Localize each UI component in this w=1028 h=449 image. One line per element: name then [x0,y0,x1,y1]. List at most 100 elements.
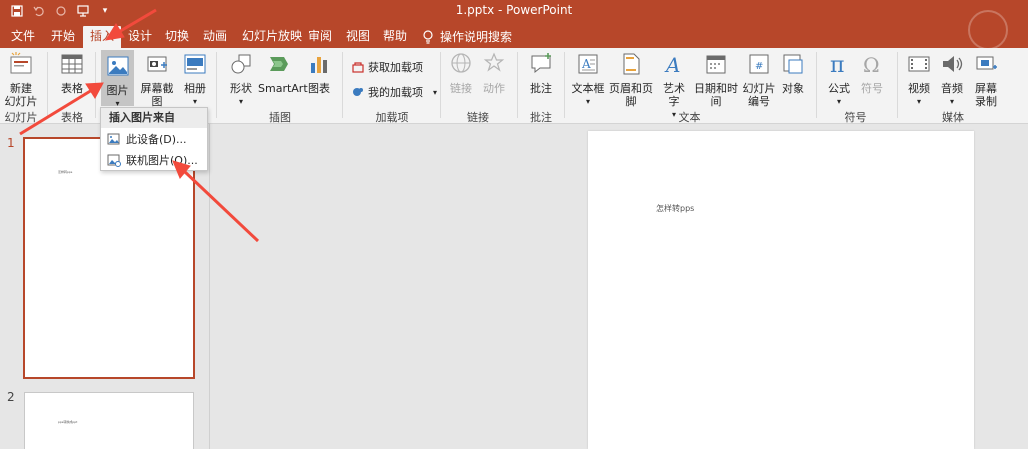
equation-dropdown-icon: ▾ [836,97,841,106]
symbol-label: 符号 [861,82,883,95]
symbol-button[interactable]: Ω 符号 [857,51,887,95]
get-addins-label: 获取加载项 [368,61,423,74]
picture-label: 图片 [106,84,129,97]
screen-recording-label: 屏幕 [975,82,997,95]
group-separator [47,52,48,118]
tab-view[interactable]: 视图 [339,26,377,48]
group-media-label: 媒体 [942,111,964,124]
video-button[interactable]: 视频 ▾ [904,51,934,108]
header-footer-button[interactable]: 页眉和页脚 [606,51,656,108]
group-slides-label: 幻灯片 [4,111,38,124]
textbox-button[interactable]: A 文本框 ▾ [571,51,605,108]
chart-icon [311,57,327,73]
my-addins-dropdown-icon: ▾ [433,87,438,97]
svg-text:#: # [755,61,763,72]
my-addins-label: 我的加载项 [368,86,423,99]
tab-file[interactable]: 文件 [4,26,42,48]
album-label: 相册 [184,82,206,95]
smartart-button[interactable]: SmartArt [258,51,308,95]
datetime-label: 日期和时间 [694,82,738,108]
tell-me-label: 操作说明搜索 [440,30,513,44]
get-addins-button[interactable]: 获取加载项 [352,59,423,75]
photo-album-icon [184,54,206,74]
audio-dropdown-icon: ▾ [949,97,954,106]
store-icon [352,62,364,73]
slide-thumbnail-2[interactable]: pps转换成ppt [24,392,194,449]
audio-button[interactable]: 音频 ▾ [937,51,967,108]
tab-slideshow[interactable]: 幻灯片放映 [235,26,309,48]
addins-icon [353,88,363,96]
screenshot-icon [147,56,167,72]
tab-transitions[interactable]: 切换 [158,26,196,48]
title-bar: ▾ 1.pptx - PowerPoint [0,0,1028,22]
screen-recording-button[interactable]: 屏幕 录制 [970,51,1002,108]
equation-label: 公式 [828,82,850,95]
shapes-button[interactable]: 形状 ▾ [226,51,256,108]
slide-thumbnail-1[interactable]: 怎样转pps [23,137,195,379]
picture-icon [107,56,128,76]
svg-text:A: A [664,53,680,77]
video-label: 视频 [908,82,930,95]
online-picture-icon [107,154,121,167]
group-separator [440,52,441,118]
omega-icon: Ω [863,53,880,77]
insert-picture-menu: 插入图片来自 此设备(D)... 联机图片(O)... [100,107,208,171]
tell-me-search[interactable]: 操作说明搜索 [422,26,512,48]
comment-button[interactable]: 批注 [526,51,556,95]
equation-button[interactable]: π 公式 ▾ [824,51,854,108]
new-slide-icon [10,52,32,74]
smartart-icon [270,57,288,71]
slide-thumbnail-2-text: pps转换成ppt [58,420,78,424]
new-slide-button[interactable]: 新建 幻灯片 [2,51,40,108]
svg-text:π: π [830,53,844,77]
svg-text:Ω: Ω [863,53,880,77]
slide-number-icon: # [749,54,769,74]
tab-review[interactable]: 审阅 [301,26,339,48]
group-separator [897,52,898,118]
wordart-icon: A [664,53,680,77]
device-picture-icon [107,133,120,145]
shapes-dropdown-icon: ▾ [238,97,243,106]
table-button[interactable]: 表格 [54,51,90,95]
group-addins-label: 加载项 [375,111,409,124]
action-icon [483,52,505,72]
tab-animations[interactable]: 动画 [196,26,234,48]
chart-button[interactable]: 图表 [304,51,334,95]
tab-help[interactable]: 帮助 [376,26,414,48]
tab-design[interactable]: 设计 [121,26,159,48]
chart-label: 图表 [308,82,330,95]
textbox-icon: A [578,54,598,74]
group-separator [517,52,518,118]
link-button[interactable]: 链接 [449,51,473,95]
datetime-button[interactable]: 日期和时间 [691,51,741,108]
object-label: 对象 [782,82,804,95]
action-button[interactable]: 动作 [481,51,507,95]
link-label: 链接 [450,82,472,95]
smartart-label: SmartArt [258,82,308,95]
slide-number-1: 1 [7,136,15,150]
tab-insert[interactable]: 插入 [83,26,122,48]
group-separator [564,52,565,118]
header-footer-label: 页眉和页脚 [609,82,653,108]
menu-item-online-pictures[interactable]: 联机图片(O)... [101,150,207,170]
watermark-circle-icon [968,10,1008,50]
slide-text-box[interactable]: 怎样转pps [656,203,694,214]
tab-home[interactable]: 开始 [44,26,82,48]
screen-recording-label-2: 录制 [975,95,997,108]
action-label: 动作 [483,82,505,95]
slide-canvas[interactable]: 怎样转pps [588,131,974,449]
video-icon [908,56,930,72]
picture-button[interactable]: 图片 ▾ [101,50,134,108]
screen-recording-icon [976,56,997,70]
group-separator [216,52,217,118]
insert-picture-menu-header: 插入图片来自 [101,108,207,128]
menu-item-this-device-label: 此设备(D)... [126,133,187,146]
menu-item-this-device[interactable]: 此设备(D)... [101,129,207,149]
slide-thumbnail-pane: 1 怎样转pps 2 pps转换成ppt [0,124,210,449]
slide-number-button[interactable]: # 幻灯片 编号 [742,51,776,108]
photo-album-button[interactable]: 相册 ▾ [180,51,210,108]
object-button[interactable]: 对象 [778,51,808,95]
wordart-label: 艺术字 [663,82,685,108]
my-addins-button[interactable]: 我的加载项 ▾ [352,84,437,100]
comment-icon [531,53,551,74]
